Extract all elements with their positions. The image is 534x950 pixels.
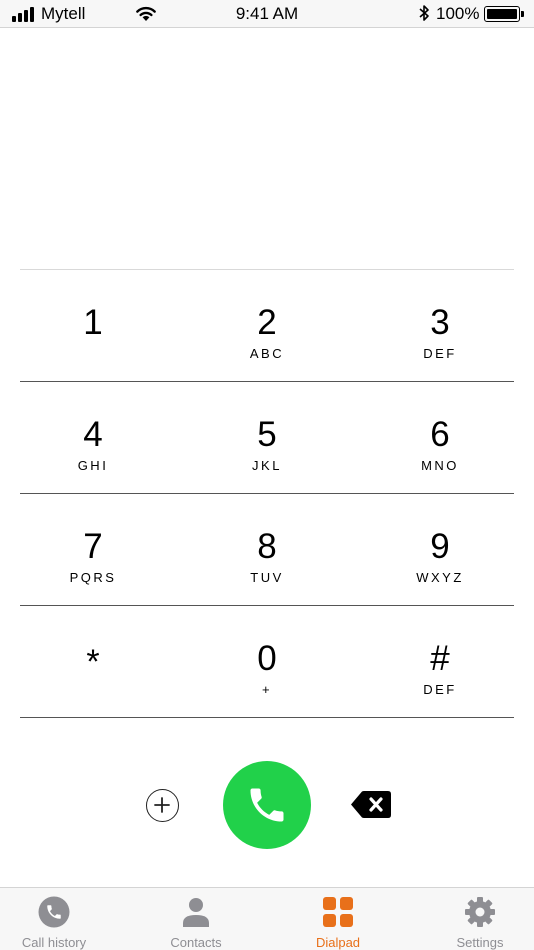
key-star[interactable]: * — [11, 606, 175, 717]
key-4[interactable]: 4 GHI — [11, 382, 175, 493]
key-letters: DEF — [423, 682, 457, 697]
key-7[interactable]: 7 PQRS — [11, 494, 175, 605]
key-digit: 3 — [430, 303, 450, 342]
tab-label: Contacts — [170, 935, 222, 950]
key-8[interactable]: 8 TUV — [185, 494, 349, 605]
tab-call-history[interactable]: Call history — [0, 888, 109, 950]
tab-dialpad[interactable]: Dialpad — [283, 888, 393, 950]
dialpad-icon — [323, 897, 353, 927]
key-letters: + — [261, 682, 273, 697]
dialed-number-display — [20, 30, 514, 268]
key-digit: 8 — [257, 527, 277, 566]
battery-icon — [484, 6, 524, 22]
tab-label: Settings — [456, 935, 504, 950]
dialpad-keypad: 1 2 ABC 3 DEF 4 GHI 5 JKL 6 MNO 7 PQRS 8… — [20, 269, 514, 718]
tab-settings[interactable]: Settings — [425, 888, 534, 950]
key-digit: 6 — [430, 415, 450, 454]
key-digit: 5 — [257, 415, 277, 454]
call-button[interactable] — [223, 761, 311, 849]
key-letters: GHI — [77, 458, 109, 473]
key-hash[interactable]: # DEF — [358, 606, 522, 717]
key-digit: 9 — [430, 527, 450, 566]
keypad-row: * 0 + # DEF — [20, 606, 514, 718]
keypad-row: 7 PQRS 8 TUV 9 WXYZ — [20, 494, 514, 606]
key-digit: * — [86, 643, 100, 681]
add-contact-button[interactable] — [146, 789, 179, 822]
backspace-icon[interactable] — [351, 791, 391, 818]
key-3[interactable]: 3 DEF — [358, 270, 522, 381]
key-2[interactable]: 2 ABC — [185, 270, 349, 381]
key-digit: 0 — [257, 639, 277, 678]
status-bar: Mytell 9:41 AM 100% — [0, 0, 534, 28]
key-letters: ABC — [249, 346, 285, 361]
key-1[interactable]: 1 — [11, 270, 175, 381]
tab-label: Dialpad — [315, 935, 361, 950]
key-6[interactable]: 6 MNO — [358, 382, 522, 493]
keypad-row: 1 2 ABC 3 DEF — [20, 270, 514, 382]
bluetooth-icon — [419, 5, 429, 21]
tab-contacts[interactable]: Contacts — [141, 888, 251, 950]
key-digit: 2 — [257, 303, 277, 342]
key-digit: 1 — [83, 303, 103, 342]
key-9[interactable]: 9 WXYZ — [358, 494, 522, 605]
person-icon — [183, 898, 209, 927]
key-letters: MNO — [421, 458, 459, 473]
key-digit: 4 — [83, 415, 103, 454]
tab-label: Call history — [21, 935, 87, 950]
plus-circle-icon — [154, 797, 170, 813]
gear-icon — [465, 897, 495, 927]
key-0[interactable]: 0 + — [185, 606, 349, 717]
key-digit: 7 — [83, 527, 103, 566]
keypad-row: 4 GHI 5 JKL 6 MNO — [20, 382, 514, 494]
phone-circle-icon — [38, 896, 70, 928]
phone-icon — [250, 788, 284, 822]
key-letters: TUV — [250, 570, 284, 585]
key-digit: # — [430, 639, 450, 678]
tab-bar: Call history Contacts Dialpad Settings — [0, 887, 534, 950]
key-5[interactable]: 5 JKL — [185, 382, 349, 493]
key-letters: PQRS — [69, 570, 117, 585]
battery-percentage: 100% — [436, 4, 480, 23]
key-letters: JKL — [252, 458, 282, 473]
key-letters: DEF — [423, 346, 457, 361]
key-letters: WXYZ — [416, 570, 464, 585]
